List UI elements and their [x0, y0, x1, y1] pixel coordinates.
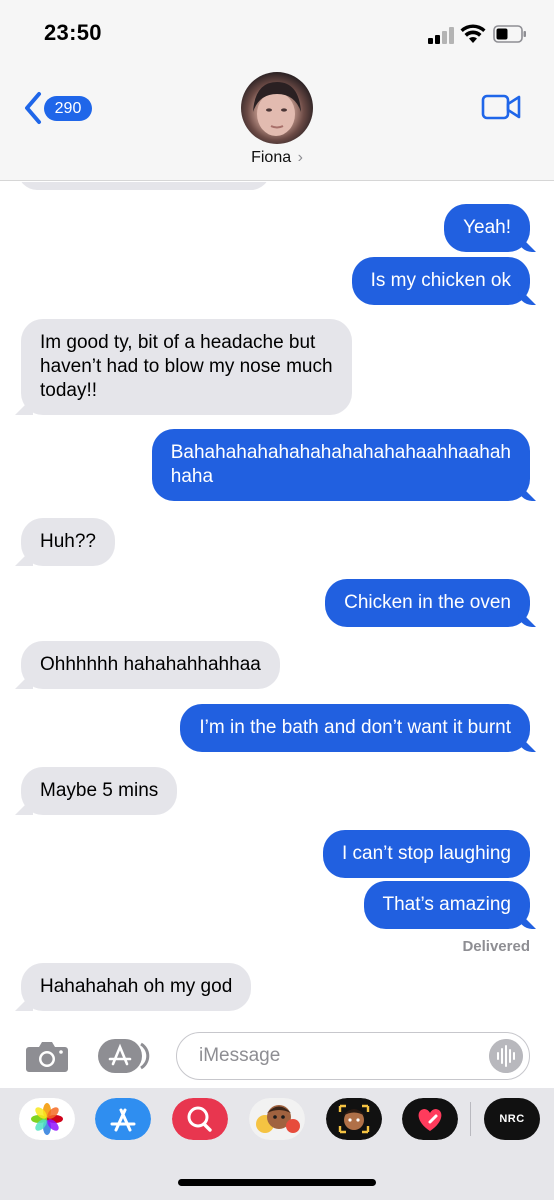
status-time: 23:50	[44, 20, 102, 45]
message-bubble-sent[interactable]: Chicken in the oven	[325, 579, 530, 627]
home-indicator[interactable]	[178, 1179, 376, 1186]
message-bubble-sent[interactable]: I can’t stop laughing	[322, 830, 530, 878]
message-bubble-sent[interactable]: That’s amazing	[363, 881, 530, 929]
avatar-photo	[253, 82, 301, 136]
camera-icon[interactable]	[25, 1039, 69, 1073]
contact-avatar[interactable]	[241, 72, 313, 144]
previous-message-partial	[18, 182, 270, 190]
message-bubble-sent[interactable]: Yeah!	[444, 204, 530, 252]
back-button[interactable]: 290	[22, 91, 98, 125]
delivered-status: Delivered	[462, 938, 530, 955]
nike-run-club-label: NRC	[499, 1113, 525, 1125]
message-bubble-received[interactable]: Huh??	[21, 518, 115, 566]
message-bubble-sent[interactable]: Is my chicken ok	[351, 257, 530, 305]
contact-name[interactable]: Fiona ›	[0, 149, 554, 167]
message-bubble-received[interactable]: Ohhhhhh hahahahhahhaa	[21, 641, 280, 689]
message-input[interactable]: iMessage	[176, 1032, 530, 1080]
app-drawer: NRC	[0, 1088, 554, 1200]
chevron-left-icon	[25, 92, 41, 124]
conversation-header: 290 Fiona ›	[0, 70, 554, 181]
message-bubble-sent[interactable]: Bahahahahahahahahahahahaahhaahah haha	[151, 429, 530, 501]
contact-name-label: Fiona	[251, 149, 292, 166]
message-bubble-received[interactable]: Maybe 5 mins	[21, 767, 178, 815]
message-bubble-received[interactable]: Im good ty, bit of a headache but haven’…	[21, 319, 352, 415]
message-bubble-received[interactable]: Hahahahah oh my god	[21, 963, 252, 1011]
battery-icon	[493, 25, 526, 43]
facetime-video-icon[interactable]	[481, 92, 521, 122]
memoji-icon[interactable]	[326, 1098, 382, 1140]
message-composer: iMessage	[0, 1022, 554, 1088]
message-bubble-sent[interactable]: I’m in the bath and don’t want it burnt	[180, 704, 530, 752]
audio-message-icon[interactable]	[489, 1039, 523, 1073]
photos-icon[interactable]	[19, 1098, 75, 1140]
wifi-icon	[460, 24, 486, 43]
search-images-icon[interactable]	[172, 1098, 228, 1140]
chevron-right-icon: ›	[297, 149, 303, 166]
nike-run-club-icon[interactable]: NRC	[484, 1098, 540, 1140]
digital-touch-icon[interactable]	[402, 1098, 458, 1140]
status-bar: 23:50	[0, 0, 554, 70]
unread-count-badge: 290	[44, 96, 92, 121]
message-list: Yeah! Is my chicken ok Im good ty, bit o…	[0, 182, 554, 1022]
app-drawer-divider	[470, 1102, 471, 1136]
app-store-button-icon[interactable]	[97, 1038, 153, 1074]
message-input-placeholder: iMessage	[199, 1045, 281, 1066]
cellular-signal-icon	[428, 26, 454, 44]
memoji-stickers-icon[interactable]	[249, 1098, 305, 1140]
app-store-icon[interactable]	[95, 1098, 151, 1140]
messages-screen: 23:50 290 Fiona › Yeah! Is my chicken ok…	[0, 0, 554, 1200]
